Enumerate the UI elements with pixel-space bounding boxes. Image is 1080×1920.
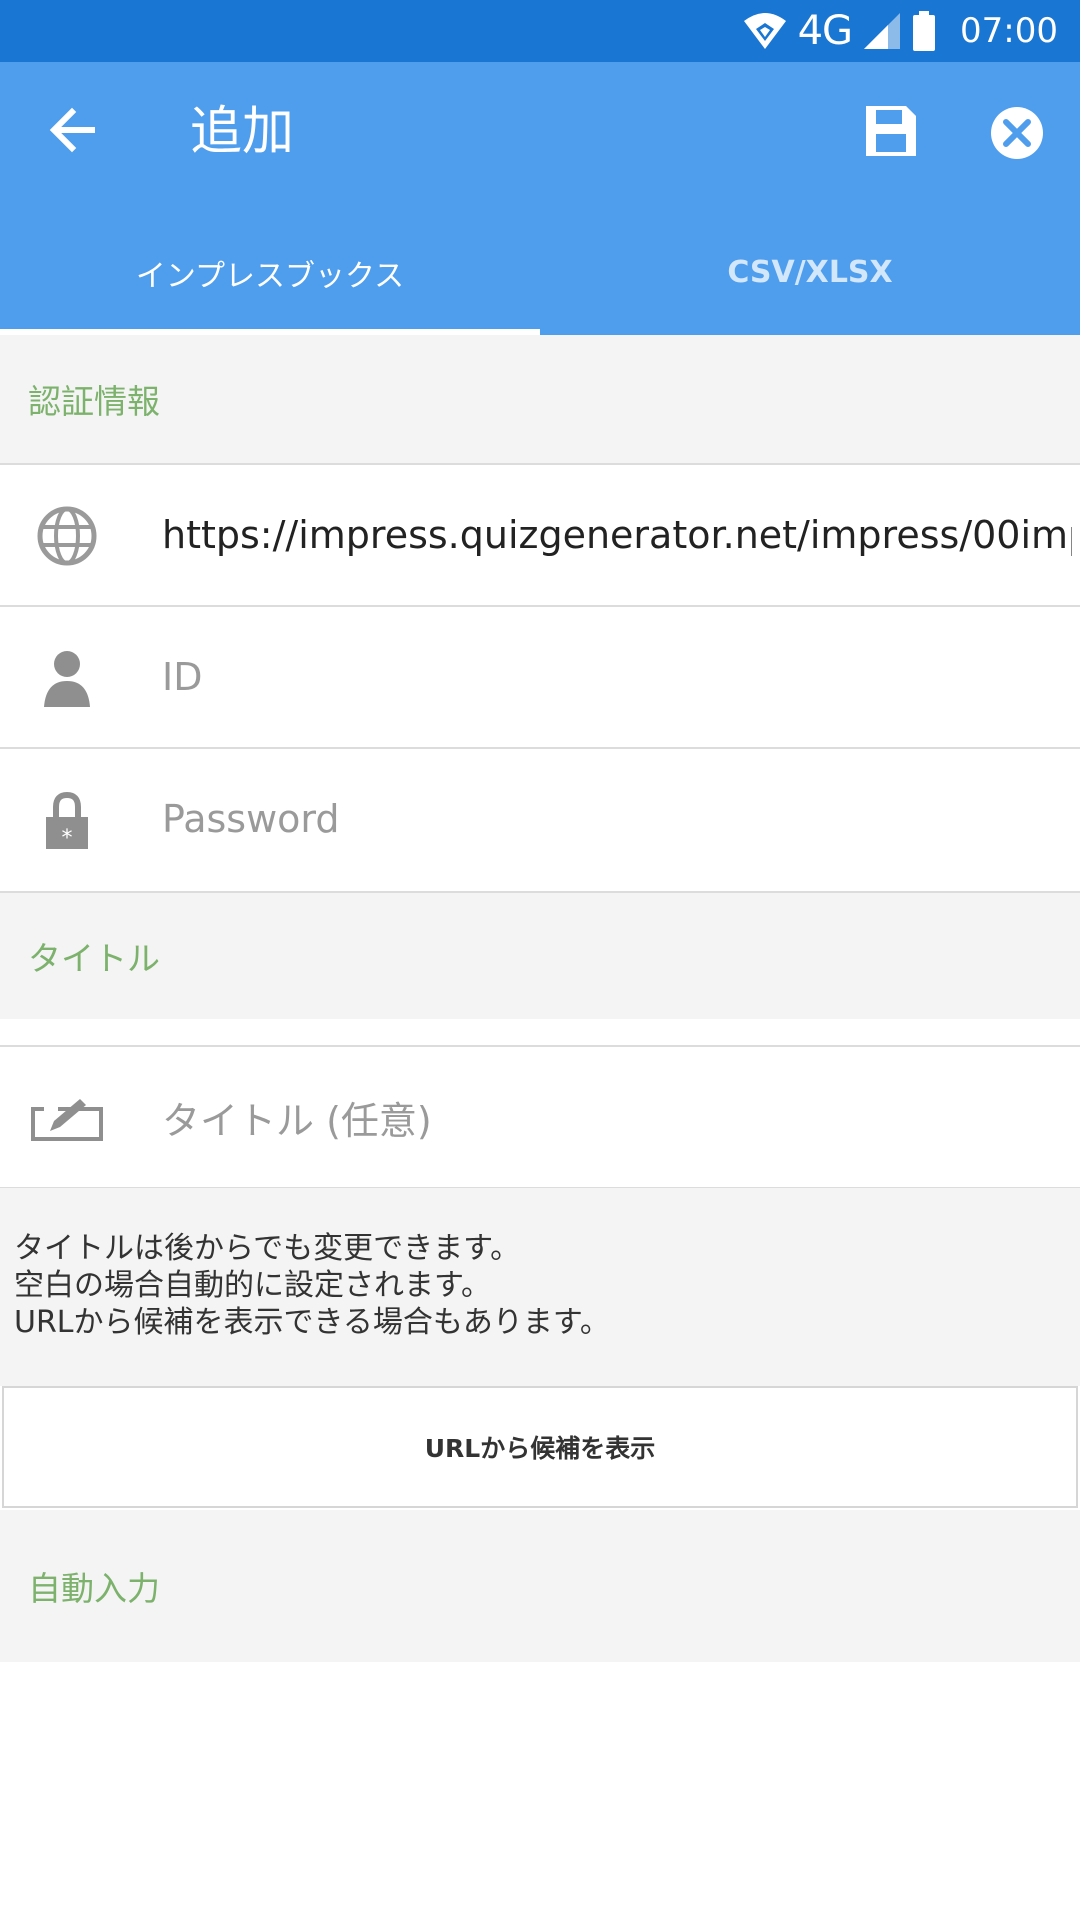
status-bar: 4G 07:00 — [0, 0, 1080, 62]
title-input[interactable]: タイトル (任意) — [162, 1047, 1072, 1187]
save-icon[interactable] — [862, 102, 920, 160]
section-label: 自動入力 — [28, 1569, 160, 1608]
section-header-auth: 認証情報 — [0, 335, 1080, 463]
tab-label: CSV/XLSX — [727, 255, 893, 290]
title-row[interactable]: タイトル (任意) — [0, 1045, 1080, 1187]
help-line: タイトルは後からでも変更できます。 — [14, 1231, 521, 1266]
clock: 07:00 — [960, 11, 1058, 51]
help-line: 空白の場合自動的に設定されます。 — [14, 1268, 491, 1303]
section-label: タイトル — [28, 939, 160, 978]
button-label: URLから候補を表示 — [424, 1434, 656, 1463]
password-row[interactable]: * Password — [0, 747, 1080, 889]
url-row[interactable]: https://impress.quizgenerator.net/impres… — [0, 463, 1080, 605]
lock-icon: * — [46, 791, 88, 851]
help-text: タイトルは後からでも変更できます。 空白の場合自動的に設定されます。 URLから… — [0, 1188, 1080, 1386]
tab-label: インプレスブックス — [135, 258, 405, 294]
svg-text:*: * — [62, 826, 73, 851]
back-arrow-icon[interactable] — [44, 102, 100, 158]
section-header-autofill: 自動入力 — [0, 1510, 1080, 1662]
section-header-title: タイトル — [0, 891, 1080, 1019]
globe-icon — [37, 506, 97, 566]
wifi-icon — [743, 13, 786, 49]
id-row[interactable]: ID — [0, 605, 1080, 747]
tab-csv-xlsx[interactable]: CSV/XLSX — [540, 210, 1080, 335]
password-input[interactable]: Password — [162, 749, 1072, 889]
signal-icon — [864, 13, 901, 49]
show-suggestions-button[interactable]: URLから候補を表示 — [2, 1386, 1078, 1508]
tab-bar: インプレスブックス CSV/XLSX — [0, 210, 1080, 335]
edit-icon — [31, 1099, 103, 1141]
tab-impress-books[interactable]: インプレスブックス — [0, 210, 540, 335]
section-label: 認証情報 — [28, 382, 160, 421]
id-input[interactable]: ID — [162, 607, 1072, 747]
page-title: 追加 — [190, 102, 295, 162]
person-icon — [44, 651, 90, 707]
network-type: 4G — [797, 8, 853, 54]
close-icon[interactable] — [990, 106, 1044, 160]
url-input[interactable]: https://impress.quizgenerator.net/impres… — [162, 465, 1072, 605]
help-line: URLから候補を表示できる場合もあります。 — [14, 1305, 610, 1340]
battery-icon — [913, 11, 936, 51]
